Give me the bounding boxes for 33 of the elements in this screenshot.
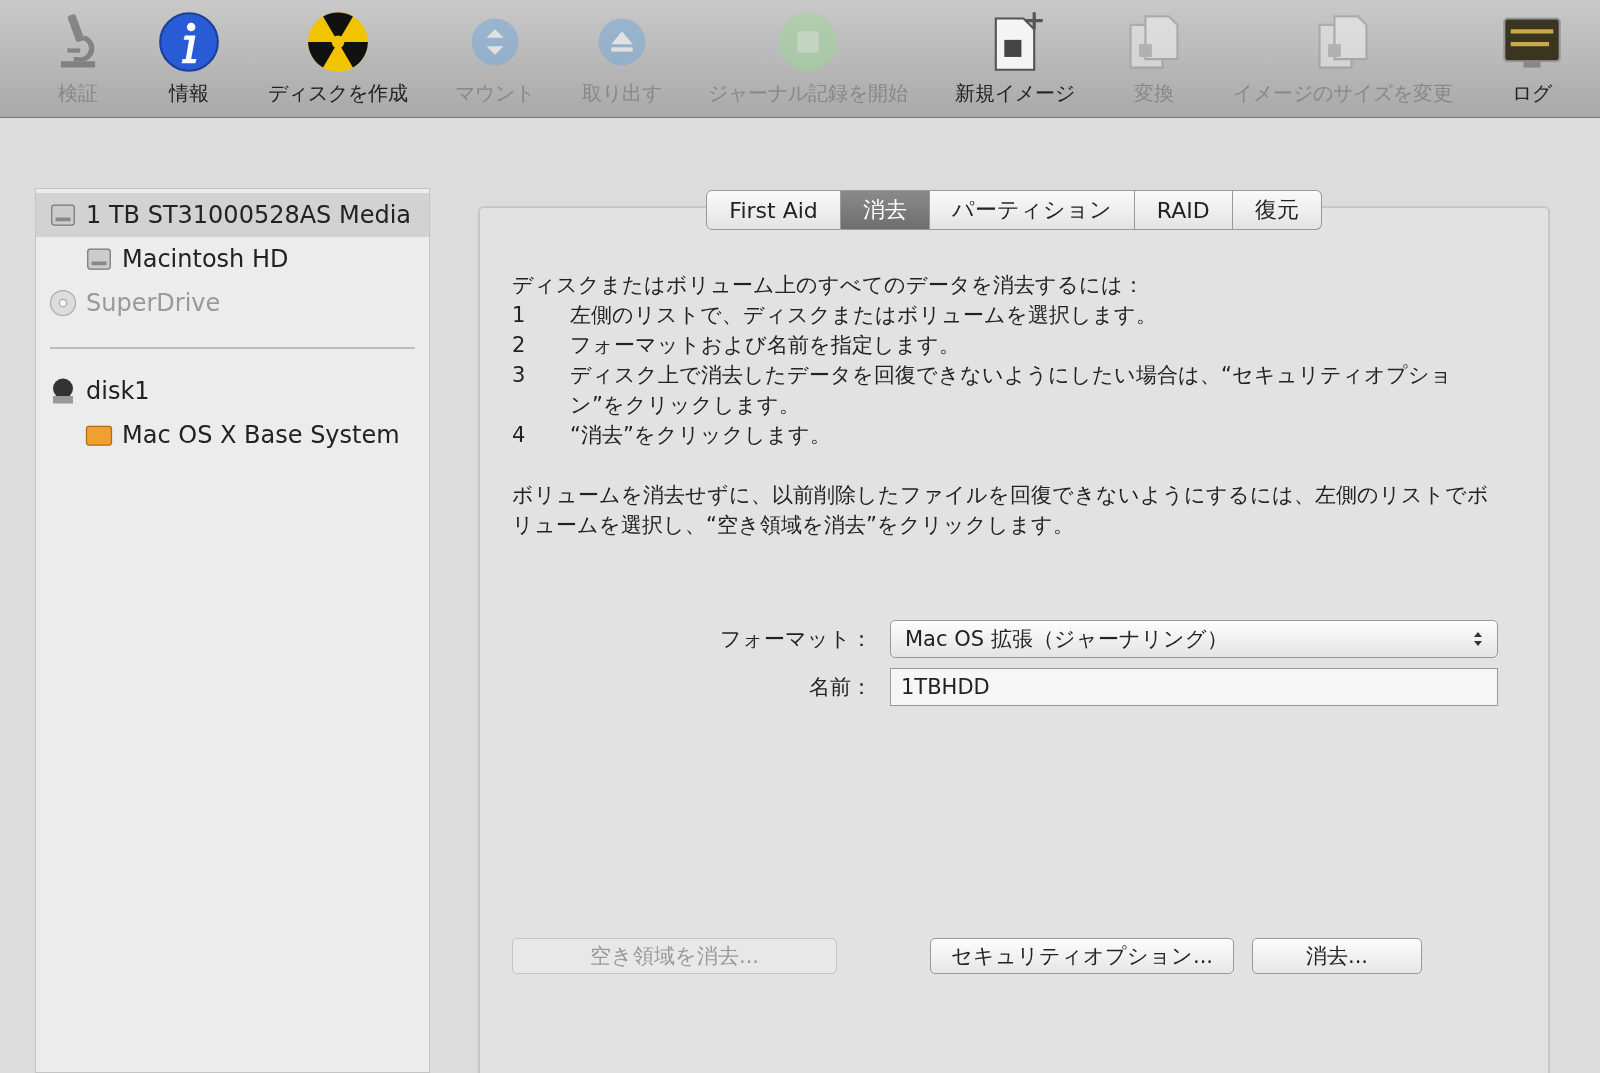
sidebar-item[interactable]: disk1	[36, 369, 429, 413]
step-number: 4	[512, 422, 527, 449]
tab[interactable]: パーティション	[929, 190, 1135, 230]
toolbar-button[interactable]: 情報	[140, 10, 238, 107]
radiation-icon	[306, 10, 370, 74]
sidebar-item[interactable]: 1 TB ST31000528AS Media	[36, 193, 429, 237]
step-number: 2	[512, 332, 527, 359]
tab[interactable]: 復元	[1232, 190, 1322, 230]
note-text: ボリュームを消去せずに、以前削除したファイルを回復できないようにするには、左側のリストでボリュームを選択し、“空き領域を消去”をクリックします。	[512, 482, 1490, 539]
tab[interactable]: 消去	[840, 190, 930, 230]
push-button[interactable]: 消去...	[1252, 938, 1423, 974]
step-number: 1	[512, 302, 527, 329]
tab[interactable]: RAID	[1134, 190, 1233, 230]
step-number: 3	[512, 362, 527, 389]
step-text: ディスク上で消去したデータを回復できないようにしたい場合は、“セキュリティオプション”をクリックします。	[570, 362, 1453, 419]
sidebar-item[interactable]: Macintosh HD	[36, 237, 429, 281]
name-label: 名前：	[809, 674, 872, 701]
sidebar-item[interactable]: Mac OS X Base System	[36, 413, 429, 457]
step-text: フォーマットおよび名前を指定します。	[570, 332, 960, 359]
toolbar-button[interactable]: ディスクを作成	[251, 10, 425, 107]
format-popup[interactable]: Mac OS 拡張（ジャーナリング）	[890, 620, 1498, 658]
push-button[interactable]: セキュリティオプション...	[930, 938, 1235, 974]
toolbar-button[interactable]: 新規イメージ	[938, 10, 1092, 107]
instructions-heading: ディスクまたはボリューム上のすべてのデータを消去するには：	[512, 272, 1145, 299]
info-icon	[157, 10, 222, 74]
step-text: “消去”をクリックします。	[570, 422, 831, 449]
updown-arrows-icon	[1473, 631, 1483, 647]
name-field[interactable]: 1TBHDD	[890, 668, 1498, 706]
disc-icon	[48, 288, 78, 318]
step-text: 左側のリストで、ディスクまたはボリュームを選択します。	[570, 302, 1157, 329]
toolbar-button[interactable]: ログ	[1483, 10, 1580, 107]
tab[interactable]: First Aid	[706, 190, 841, 230]
format-label: フォーマット：	[720, 626, 872, 653]
